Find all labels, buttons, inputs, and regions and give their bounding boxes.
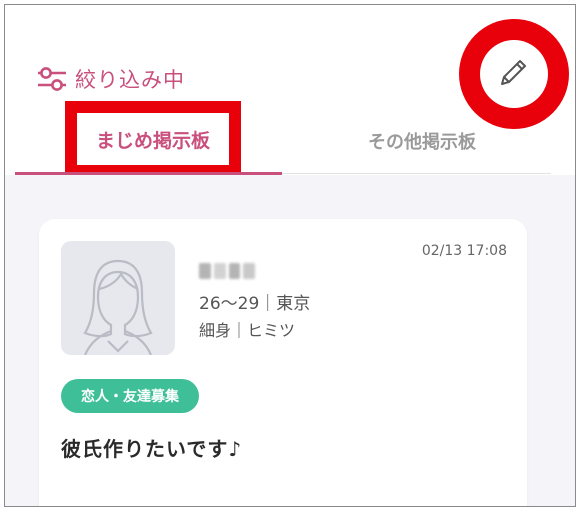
- compose-button[interactable]: [480, 40, 548, 108]
- post-title: 彼氏作りたいです♪: [61, 437, 243, 461]
- header: 絞り込み中 まじめ掲示板 その他掲示板: [5, 5, 575, 177]
- app-screen: 絞り込み中 まじめ掲示板 その他掲示板 26〜29｜東京 細身｜ヒミツ 02/1…: [4, 4, 576, 507]
- post-list: •••• 26〜29｜東京 細身｜ヒミツ 02/13 17:08 恋人・友達募集…: [5, 175, 575, 506]
- filter-button[interactable]: 絞り込み中: [37, 61, 185, 97]
- filter-label: 絞り込み中: [75, 68, 185, 92]
- tab-other-board[interactable]: その他掲示板: [295, 121, 549, 161]
- category-badge: 恋人・友達募集: [61, 379, 199, 413]
- body-type: 細身｜ヒミツ: [199, 321, 296, 340]
- age-location: 26〜29｜東京: [199, 294, 311, 314]
- post-card[interactable]: •••• 26〜29｜東京 細身｜ヒミツ 02/13 17:08 恋人・友達募集…: [39, 219, 527, 506]
- tab-serious-board[interactable]: まじめ掲示板: [77, 113, 229, 165]
- tab-highlight-box: まじめ掲示板: [65, 101, 241, 177]
- user-silhouette-icon: [83, 259, 153, 355]
- user-name-pixelated: ••••: [199, 263, 255, 279]
- sliders-icon: [37, 66, 67, 92]
- avatar: [61, 241, 175, 355]
- pencil-icon: [496, 54, 532, 94]
- edit-highlight-circle: [459, 19, 569, 129]
- post-date: 02/13 17:08: [421, 243, 507, 259]
